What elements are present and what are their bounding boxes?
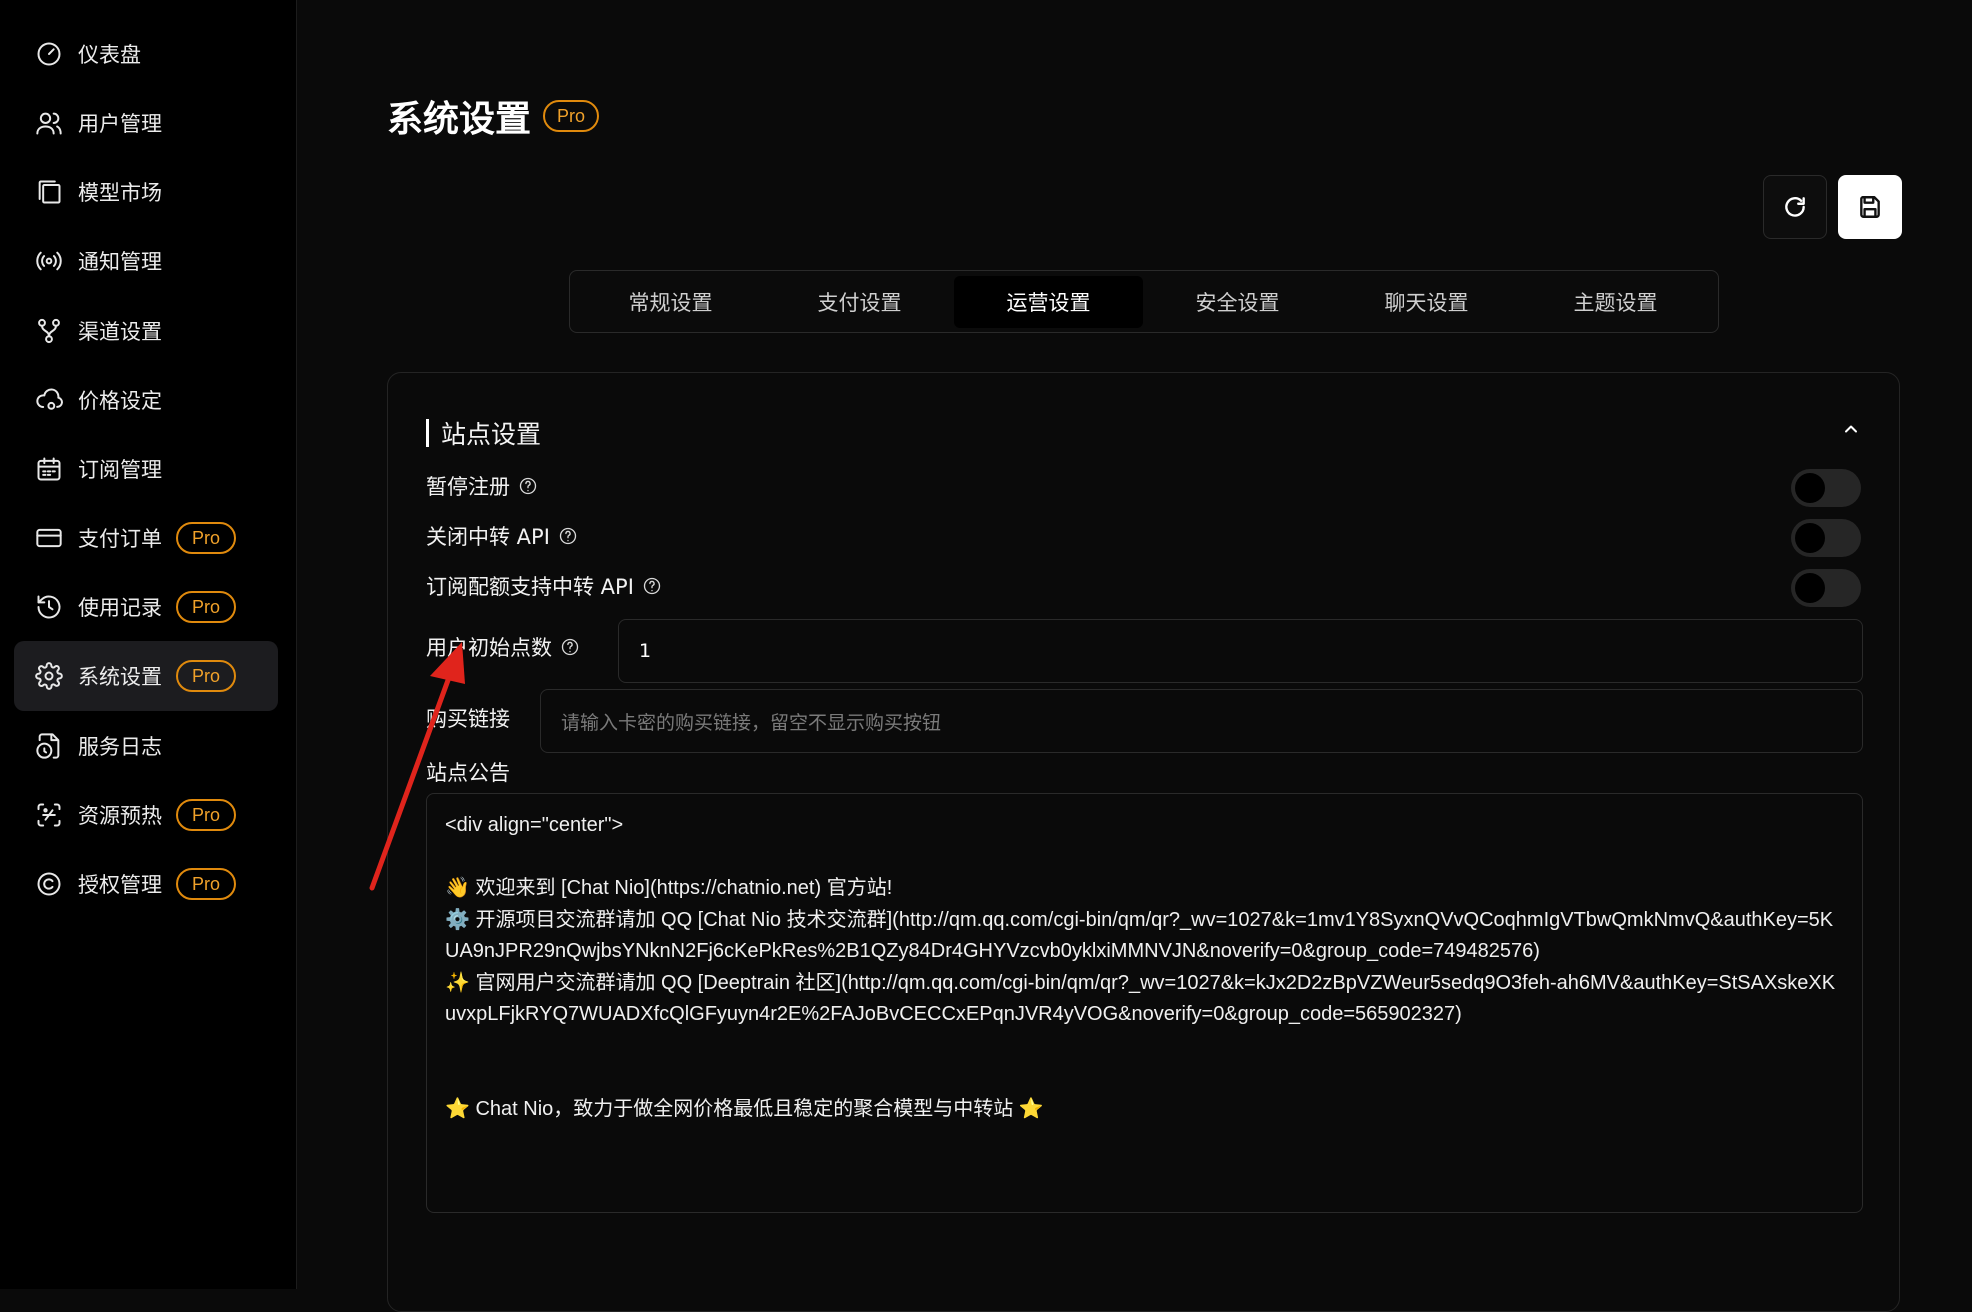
subscription-relay-toggle[interactable] <box>1791 569 1861 607</box>
sidebar-item-label: 通知管理 <box>78 250 162 274</box>
subscription-relay-label: 订阅配额支持中转 API <box>426 571 662 601</box>
tab-operations[interactable]: 运营设置 <box>954 275 1143 328</box>
help-circle-icon[interactable] <box>558 526 578 546</box>
scan-icon <box>34 800 64 830</box>
sidebar-item-pricing[interactable]: 价格设定 <box>14 365 278 435</box>
sidebar-item-label: 价格设定 <box>78 389 162 413</box>
toggle-knob <box>1795 473 1825 503</box>
label-text: 站点公告 <box>426 761 510 785</box>
buy-link-label: 购买链接 <box>426 703 510 733</box>
announcement-label: 站点公告 <box>426 757 510 787</box>
sidebar-item-label: 支付订单 <box>78 527 162 551</box>
sidebar-item-label: 用户管理 <box>78 112 162 136</box>
git-branch-icon <box>34 316 64 346</box>
calendar-icon <box>34 454 64 484</box>
save-icon <box>1860 196 1880 218</box>
section-title: 站点设置 <box>441 420 542 449</box>
sidebar-item-label: 订阅管理 <box>78 458 162 482</box>
tab-payment[interactable]: 支付设置 <box>765 276 954 328</box>
pro-badge: Pro <box>176 660 237 692</box>
label-text: 暂停注册 <box>426 475 510 499</box>
sidebar-item-license[interactable]: 授权管理 Pro <box>14 849 278 919</box>
sidebar-item-users[interactable]: 用户管理 <box>14 88 278 158</box>
save-button[interactable] <box>1838 175 1902 239</box>
sidebar-item-system-settings[interactable]: 系统设置 Pro <box>14 641 278 711</box>
help-circle-icon[interactable] <box>642 576 662 596</box>
main-content: 系统设置 Pro 常规设置 支付设置 运营设置 安全设置 聊天设置 主题设置 站… <box>297 0 1972 1312</box>
pro-badge: Pro <box>176 868 237 900</box>
site-settings-card: 站点设置 暂停注册 关闭中转 API 订阅配额支持中转 API 用户初始点数 1… <box>387 372 1900 1312</box>
sidebar-item-usage-records[interactable]: 使用记录 Pro <box>14 572 278 642</box>
file-clock-icon <box>34 731 64 761</box>
toggle-knob <box>1795 523 1825 553</box>
pro-badge: Pro <box>543 100 600 132</box>
sidebar-item-label: 使用记录 <box>78 596 162 620</box>
label-text: 订阅配额支持中转 API <box>426 575 634 599</box>
initial-points-input[interactable]: 1 <box>618 619 1863 683</box>
page-title: 系统设置 Pro <box>387 90 600 142</box>
label-text: 用户初始点数 <box>426 636 552 660</box>
sidebar-item-label: 仪表盘 <box>78 43 141 67</box>
gauge-icon <box>34 39 64 69</box>
announcement-textarea[interactable]: <div align="center"> 👋 欢迎来到 [Chat Nio](h… <box>426 793 1863 1213</box>
copyright-icon <box>34 869 64 899</box>
sidebar-item-label: 系统设置 <box>78 665 162 689</box>
sidebar-item-resource-warmup[interactable]: 资源预热 Pro <box>14 780 278 850</box>
refresh-button[interactable] <box>1763 175 1827 239</box>
help-circle-icon[interactable] <box>518 476 538 496</box>
cloud-cog-icon <box>34 385 64 415</box>
history-icon <box>34 592 64 622</box>
label-text: 购买链接 <box>426 707 510 731</box>
tab-theme[interactable]: 主题设置 <box>1521 276 1710 328</box>
sidebar-item-label: 服务日志 <box>78 735 162 759</box>
section-accent-bar <box>426 419 429 447</box>
sidebar-item-label: 资源预热 <box>78 804 162 828</box>
sidebar: 仪表盘 用户管理 模型市场 通知管理 渠道设置 价格设定 订阅管理 支付订单 P… <box>0 0 297 1289</box>
sidebar-item-channels[interactable]: 渠道设置 <box>14 296 278 366</box>
book-icon <box>34 177 64 207</box>
gear-icon <box>34 661 64 691</box>
refresh-icon <box>1785 197 1805 217</box>
pro-badge: Pro <box>176 522 237 554</box>
sidebar-item-label: 模型市场 <box>78 181 162 205</box>
settings-tabs: 常规设置 支付设置 运营设置 安全设置 聊天设置 主题设置 <box>569 270 1719 333</box>
buy-link-input[interactable]: 请输入卡密的购买链接，留空不显示购买按钮 <box>540 689 1863 753</box>
pro-badge: Pro <box>176 799 237 831</box>
sidebar-item-service-logs[interactable]: 服务日志 <box>14 711 278 781</box>
pro-badge: Pro <box>176 591 237 623</box>
initial-points-label: 用户初始点数 <box>426 632 580 662</box>
page-title-text: 系统设置 <box>387 99 532 140</box>
sidebar-item-model-market[interactable]: 模型市场 <box>14 157 278 227</box>
chevron-up-icon[interactable] <box>1841 419 1861 439</box>
toggle-knob <box>1795 573 1825 603</box>
sidebar-item-subscriptions[interactable]: 订阅管理 <box>14 434 278 504</box>
disable-relay-api-label: 关闭中转 API <box>426 521 578 551</box>
sidebar-item-payment-orders[interactable]: 支付订单 Pro <box>14 503 278 573</box>
tab-security[interactable]: 安全设置 <box>1143 276 1332 328</box>
sidebar-item-label: 渠道设置 <box>78 320 162 344</box>
users-icon <box>34 108 64 138</box>
sidebar-item-label: 授权管理 <box>78 873 162 897</box>
sidebar-item-dashboard[interactable]: 仪表盘 <box>14 19 278 89</box>
section-header: 站点设置 <box>426 415 541 451</box>
pause-registration-label: 暂停注册 <box>426 471 538 501</box>
help-circle-icon[interactable] <box>560 637 580 657</box>
broadcast-icon <box>34 246 64 276</box>
disable-relay-api-toggle[interactable] <box>1791 519 1861 557</box>
sidebar-item-notifications[interactable]: 通知管理 <box>14 226 278 296</box>
tab-general[interactable]: 常规设置 <box>576 276 765 328</box>
tab-chat[interactable]: 聊天设置 <box>1332 276 1521 328</box>
label-text: 关闭中转 API <box>426 525 550 549</box>
pause-registration-toggle[interactable] <box>1791 469 1861 507</box>
credit-card-icon <box>34 523 64 553</box>
